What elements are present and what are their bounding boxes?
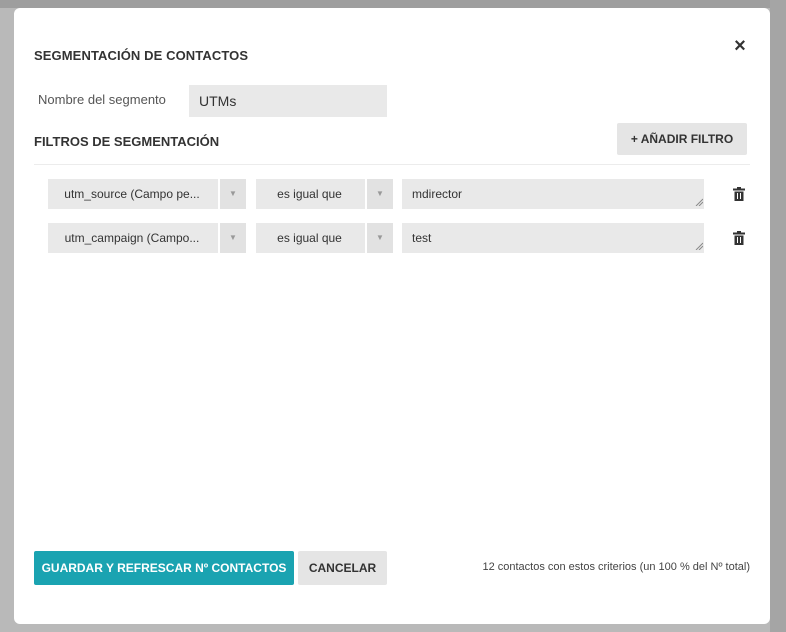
chevron-down-icon[interactable]: ▼ <box>218 179 246 209</box>
backdrop-top-edge <box>0 0 786 8</box>
filter-value-input[interactable] <box>402 179 704 209</box>
chevron-down-icon[interactable]: ▼ <box>218 223 246 253</box>
save-refresh-button[interactable]: GUARDAR Y REFRESCAR Nº CONTACTOS <box>34 551 294 585</box>
field-select-value: utm_source (Campo pe... <box>64 187 200 201</box>
operator-select-value: es igual que <box>277 231 342 245</box>
field-select[interactable]: utm_campaign (Campo... ▼ <box>48 223 246 253</box>
field-select[interactable]: utm_source (Campo pe... ▼ <box>48 179 246 209</box>
trash-icon[interactable] <box>733 187 745 201</box>
trash-icon[interactable] <box>733 231 745 245</box>
filters-title: FILTROS DE SEGMENTACIÓN <box>34 134 220 149</box>
operator-select-value: es igual que <box>277 187 342 201</box>
chevron-down-icon[interactable]: ▼ <box>365 223 393 253</box>
operator-select[interactable]: es igual que ▼ <box>256 179 393 209</box>
divider <box>34 164 750 165</box>
backdrop-right-edge <box>770 0 786 632</box>
close-icon[interactable]: × <box>730 36 750 56</box>
segment-name-input[interactable] <box>189 85 387 117</box>
operator-select[interactable]: es igual que ▼ <box>256 223 393 253</box>
add-filter-button[interactable]: + AÑADIR FILTRO <box>617 123 747 155</box>
contacts-count-status: 12 contactos con estos criterios (un 100… <box>482 561 750 573</box>
resize-handle-icon[interactable] <box>695 198 703 206</box>
resize-handle-icon[interactable] <box>695 242 703 250</box>
segmentation-dialog: SEGMENTACIÓN DE CONTACTOS × Nombre del s… <box>14 8 770 624</box>
filter-row: utm_source (Campo pe... ▼ es igual que ▼ <box>14 179 770 209</box>
filter-row: utm_campaign (Campo... ▼ es igual que ▼ <box>14 223 770 253</box>
filter-value-input[interactable] <box>402 223 704 253</box>
cancel-button[interactable]: CANCELAR <box>298 551 387 585</box>
chevron-down-icon[interactable]: ▼ <box>365 179 393 209</box>
dialog-title: SEGMENTACIÓN DE CONTACTOS <box>34 48 249 63</box>
segment-name-label: Nombre del segmento <box>38 92 166 107</box>
field-select-value: utm_campaign (Campo... <box>64 231 200 245</box>
